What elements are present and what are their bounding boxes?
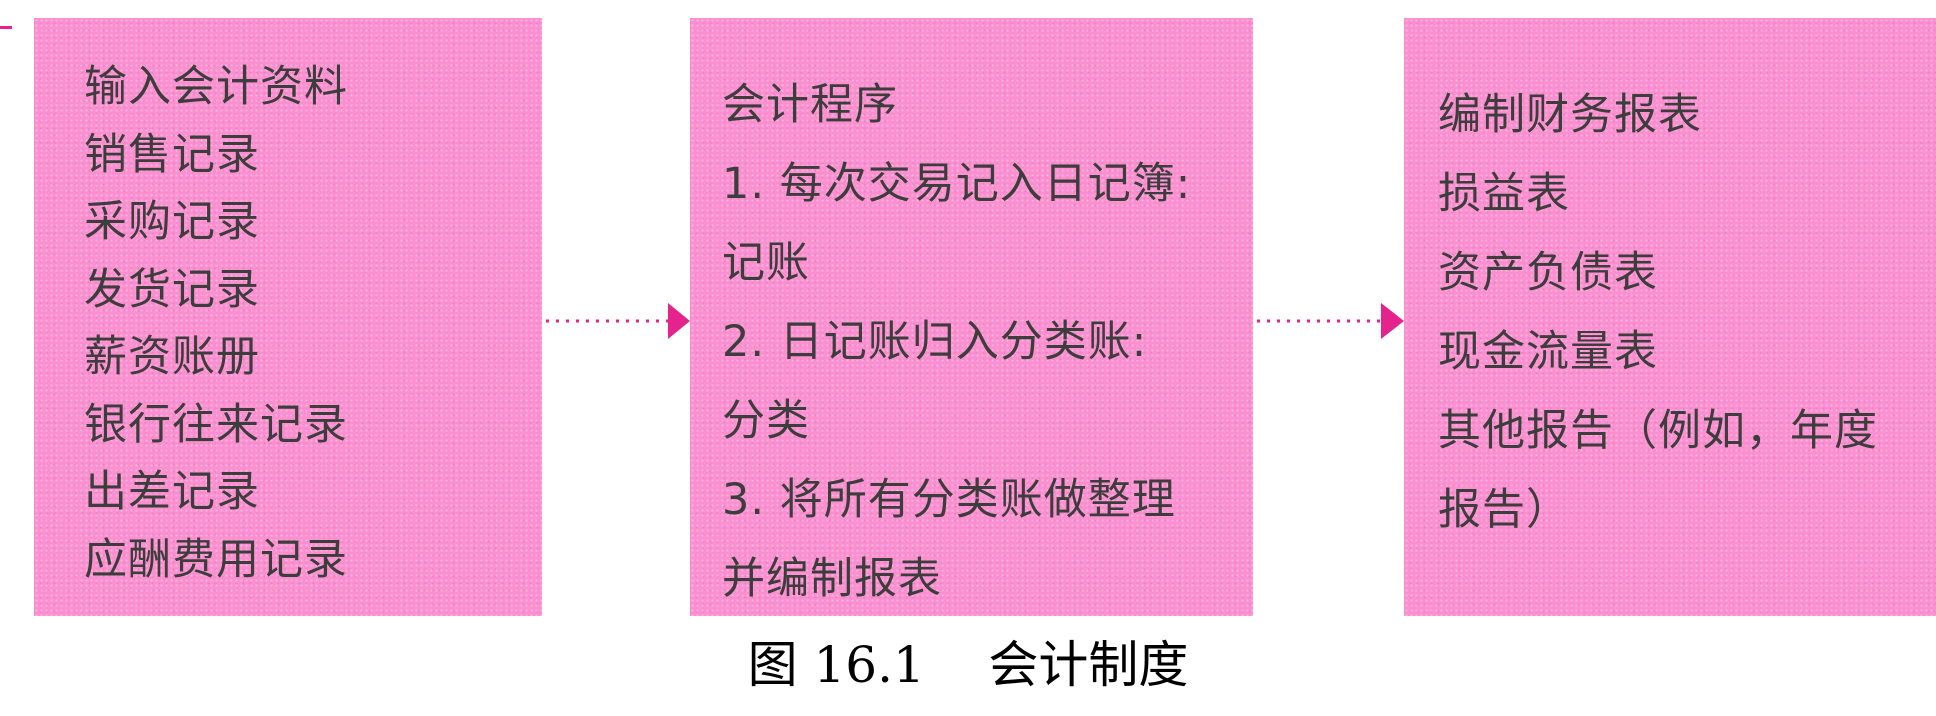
procedure-step-line: 3. 将所有分类账做整理 <box>722 475 1176 525</box>
statement-item: 报告） <box>1438 485 1570 535</box>
procedure-step-line: 2. 日记账归入分类账: <box>722 317 1148 367</box>
accounting-procedure-box: 会计程序 1. 每次交易记入日记簿: 记账 2. 日记账归入分类账: 分类 3.… <box>690 18 1253 616</box>
flow-arrow-head <box>668 303 690 339</box>
input-record-item: 出差记录 <box>84 467 260 517</box>
input-record-item: 销售记录 <box>84 129 260 180</box>
flow-arrow-input-to-process <box>546 303 690 339</box>
flow-arrow-process-to-report <box>1257 303 1404 339</box>
statement-item: 其他报告（例如，年度 <box>1438 406 1878 456</box>
statement-item: 损益表 <box>1438 169 1570 219</box>
input-data-box: 输入会计资料 销售记录 采购记录 发货记录 薪资账册 银行往来记录 出差记录 应… <box>34 18 542 616</box>
flow-arrow-head <box>1381 303 1404 339</box>
corner-tick <box>0 26 12 29</box>
procedure-step-line: 分类 <box>722 396 810 446</box>
input-record-item: 银行往来记录 <box>84 399 348 450</box>
statements-title: 编制财务报表 <box>1438 90 1702 140</box>
figure-caption: 图 16.1 会计制度 <box>747 636 1189 694</box>
input-record-item: 薪资账册 <box>84 332 260 382</box>
input-data-title: 输入会计资料 <box>84 62 348 112</box>
input-record-item: 采购记录 <box>84 197 260 247</box>
input-record-item: 发货记录 <box>84 264 260 315</box>
procedure-title: 会计程序 <box>722 80 898 130</box>
procedure-step-line: 并编制报表 <box>722 554 942 604</box>
input-record-item: 应酬费用记录 <box>84 534 348 585</box>
statement-item: 资产负债表 <box>1438 248 1658 298</box>
procedure-step-line: 1. 每次交易记入日记簿: <box>722 159 1192 209</box>
procedure-step-line: 记账 <box>722 238 810 288</box>
financial-statements-box: 编制财务报表 损益表 资产负债表 现金流量表 其他报告（例如，年度 报告） <box>1404 18 1936 616</box>
statement-item: 现金流量表 <box>1438 327 1658 377</box>
